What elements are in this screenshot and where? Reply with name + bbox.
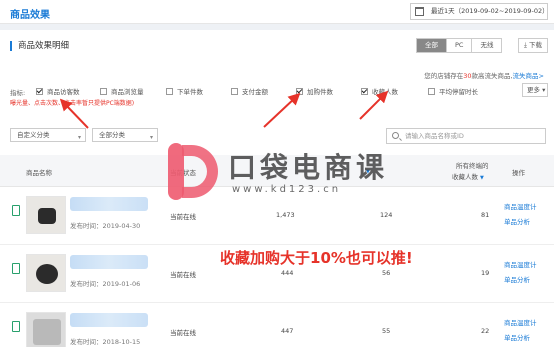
col-extra-top: 所有终端的	[456, 162, 489, 170]
checkbox[interactable]	[428, 87, 435, 95]
metric-label: 支付金额	[242, 88, 268, 96]
metric-label: 收藏人数	[372, 88, 398, 96]
metric-favorites[interactable]: 收藏人数	[361, 86, 398, 96]
product-name-blurred[interactable]	[70, 255, 148, 269]
calendar-icon	[415, 7, 424, 16]
watermark-url: www.kd123.cn	[232, 184, 342, 195]
thermometer-link[interactable]: 商品温度计	[504, 201, 537, 211]
mobile-icon	[12, 205, 20, 216]
status-cell: 当前在线	[170, 329, 196, 337]
tab-pc[interactable]: PC	[447, 39, 473, 52]
add-cart-cell: 55	[382, 327, 391, 335]
date-range-picker[interactable]: 最近1天（2019-09-02~2019-09-02）	[410, 3, 549, 20]
annotation-text: 收藏加购大于10%也可以推!	[220, 249, 413, 267]
search-icon	[392, 132, 399, 139]
metric-payment[interactable]: 支付金额	[231, 86, 268, 96]
visitors-cell: 1,473	[276, 211, 295, 219]
page-title: 商品效果	[10, 10, 50, 21]
terminal-tabs: 全部 PC 无线	[416, 38, 503, 53]
metric-label: 商品访客数	[47, 88, 80, 96]
select-value: 全部分类	[99, 131, 125, 139]
product-name-blurred[interactable]	[70, 197, 148, 211]
metric-add-cart[interactable]: 加购件数	[296, 86, 333, 96]
add-cart-cell: 56	[382, 269, 391, 277]
lost-products-link[interactable]: 流失商品>	[513, 72, 544, 80]
metric-label: 商品浏览量	[111, 88, 144, 96]
status-cell: 当前在线	[170, 271, 196, 279]
metric-pageviews[interactable]: 商品浏览量	[100, 86, 144, 96]
select-value: 自定义分类	[17, 131, 50, 139]
col-name: 商品名称	[26, 169, 52, 177]
download-button[interactable]: ⤓ 下载	[518, 38, 548, 53]
date-range-label: 最近1天（2019-09-02~2019-09-02）	[431, 7, 549, 15]
checkbox[interactable]	[100, 87, 107, 95]
mobile-icon	[12, 321, 20, 332]
section-title: 商品效果明细	[10, 41, 69, 51]
thermometer-link[interactable]: 商品温度计	[504, 317, 537, 327]
metric-label: 下单件数	[177, 88, 203, 96]
watermark-logo	[168, 143, 220, 200]
checkbox[interactable]	[231, 87, 238, 95]
all-category-select[interactable]: 全部分类 ▾	[92, 128, 158, 142]
cache-note: 您的店铺存在30款高流失商品,流失商品>	[424, 70, 544, 80]
tab-wireless[interactable]: 无线	[472, 39, 501, 52]
watermark-title: 口袋电商课	[228, 151, 389, 184]
single-analysis-link[interactable]: 单品分析	[504, 216, 530, 226]
status-cell: 当前在线	[170, 213, 196, 221]
metrics-label: 指标:	[10, 89, 26, 97]
add-cart-cell: 124	[380, 211, 393, 219]
thermometer-link[interactable]: 商品温度计	[504, 259, 537, 269]
search-placeholder: 请输入商品名称或ID	[405, 132, 464, 140]
publish-date: 发布时间：2018-10-15	[70, 338, 141, 346]
download-label: 下载	[528, 41, 542, 49]
cache-note-prefix: 您的店铺存在	[424, 72, 464, 80]
checkbox-checked[interactable]	[361, 87, 368, 95]
publish-date: 发布时间：2019-04-30	[70, 222, 141, 230]
chevron-down-icon: ▾	[542, 86, 546, 94]
table-row: 发布时间：2019-04-30 当前在线 1,473 124 81 商品温度计 …	[0, 187, 554, 245]
custom-category-select[interactable]: 自定义分类 ▾	[10, 128, 86, 142]
metric-avg-stay[interactable]: 平均停留时长	[428, 86, 478, 96]
more-label: 更多	[527, 86, 540, 94]
cache-note-middle: 款高流失商品,	[471, 72, 513, 80]
product-name-blurred[interactable]	[70, 313, 148, 327]
top-bar: 商品效果 最近1天（2019-09-02~2019-09-02）	[0, 0, 554, 24]
chevron-down-icon: ▾	[149, 134, 153, 141]
metric-label: 加购件数	[307, 88, 333, 96]
checkbox-checked[interactable]	[296, 87, 303, 95]
checkbox-checked[interactable]	[36, 87, 43, 95]
metrics-note: 曝光量、点击次数、点击率暂只提供PC端数据)	[10, 100, 135, 107]
favorites-cell: 81	[481, 211, 490, 219]
product-thumbnail[interactable]	[26, 196, 66, 234]
metric-label: 平均停留时长	[439, 88, 478, 96]
visitors-cell: 447	[281, 327, 294, 335]
metric-order-items[interactable]: 下单件数	[166, 86, 203, 96]
visitors-cell: 444	[281, 269, 294, 277]
search-input[interactable]: 请输入商品名称或ID	[386, 128, 546, 144]
favorites-cell: 22	[481, 327, 490, 335]
mobile-icon	[12, 263, 20, 274]
checkbox[interactable]	[166, 87, 173, 95]
metric-visitors[interactable]: 商品访客数	[36, 86, 80, 96]
more-metrics-dropdown[interactable]: 更多 ▾	[522, 83, 548, 97]
col-favorites-label: 收藏人数	[452, 173, 478, 181]
tab-all[interactable]: 全部	[417, 39, 447, 52]
col-op: 操作	[512, 169, 525, 177]
product-thumbnail[interactable]	[26, 254, 66, 292]
table-row: 发布时间：2018-10-15 当前在线 447 55 22 商品温度计 单品分…	[0, 303, 554, 347]
publish-date: 发布时间：2019-01-06	[70, 280, 141, 288]
chevron-down-icon: ▾	[77, 134, 81, 141]
single-analysis-link[interactable]: 单品分析	[504, 274, 530, 284]
favorites-cell: 19	[481, 269, 490, 277]
sort-icon: ▼	[480, 175, 484, 181]
product-thumbnail[interactable]	[26, 312, 66, 347]
single-analysis-link[interactable]: 单品分析	[504, 332, 530, 342]
col-favorites[interactable]: 收藏人数 ▼	[452, 171, 484, 181]
